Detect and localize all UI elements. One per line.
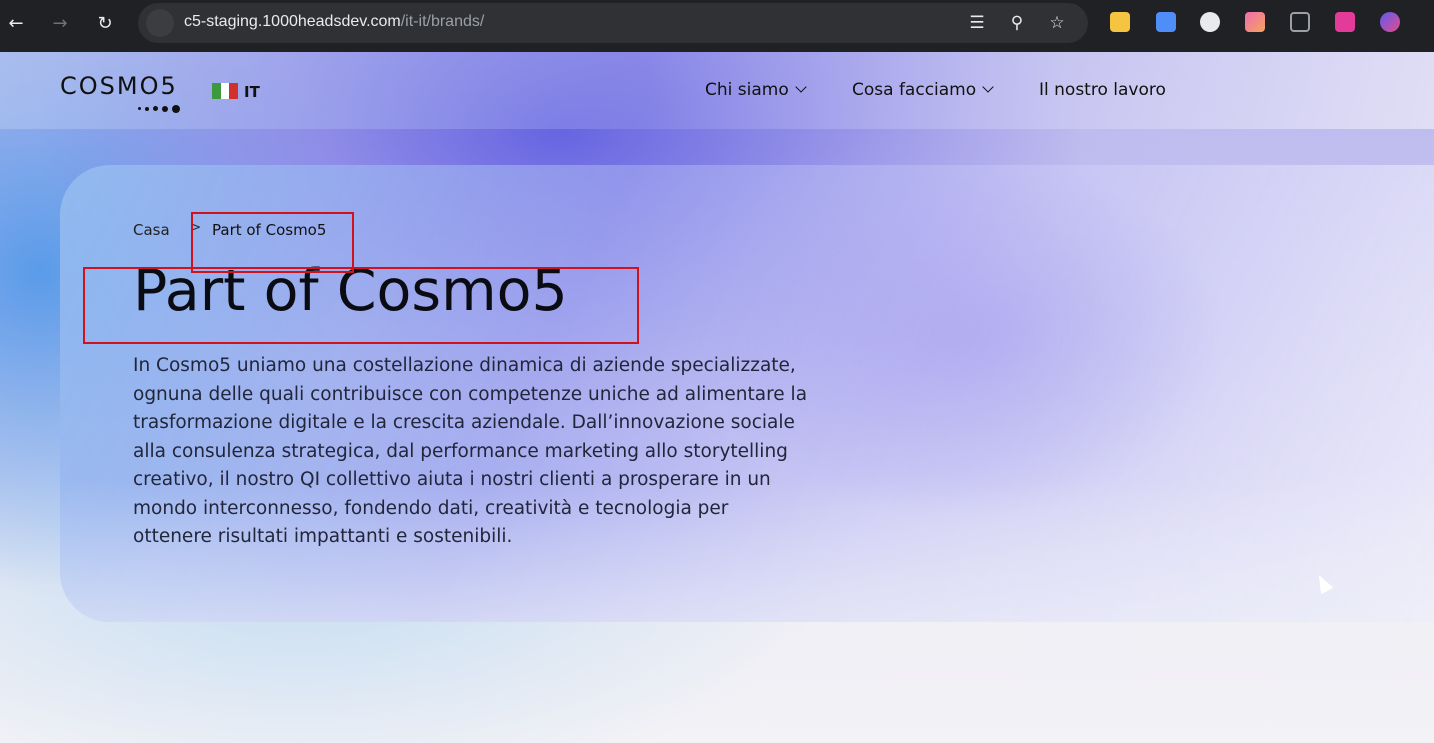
nav-item-cosa-facciamo[interactable]: Cosa facciamo: [852, 80, 994, 100]
bookmark-star-icon[interactable]: ☆: [1046, 12, 1068, 34]
logo-dots-icon: [138, 98, 184, 113]
browser-toolbar: ← → ↻ c5-staging.1000headsdev.com/it-it/…: [0, 0, 1434, 52]
back-arrow-icon[interactable]: ←: [4, 12, 28, 36]
chevron-down-icon: [982, 81, 994, 93]
address-bar[interactable]: c5-staging.1000headsdev.com/it-it/brands…: [138, 3, 1088, 43]
nav-label: Il nostro lavoro: [1039, 80, 1166, 100]
nav-label: Cosa facciamo: [852, 80, 977, 100]
chevron-down-icon: [795, 81, 807, 93]
language-code: IT: [244, 83, 260, 101]
italy-flag-icon: [212, 83, 239, 99]
breadcrumb-home-link[interactable]: Casa: [133, 221, 170, 239]
logo-wordmark: COSMO5: [60, 72, 178, 100]
nav-item-il-nostro-lavoro[interactable]: Il nostro lavoro: [1039, 80, 1166, 100]
site-info-icon[interactable]: [146, 9, 174, 37]
url-text[interactable]: c5-staging.1000headsdev.com/it-it/brands…: [184, 13, 484, 31]
page-content: COSMO5 IT Chi siamo Cosa facciamo Il nos…: [0, 52, 1434, 743]
site-header: COSMO5 IT Chi siamo Cosa facciamo Il nos…: [0, 52, 1434, 129]
extension-app-icon[interactable]: [1380, 12, 1400, 32]
site-logo[interactable]: COSMO5: [60, 72, 192, 113]
extension-docs-icon[interactable]: [1156, 12, 1176, 32]
reload-icon[interactable]: ↻: [93, 12, 117, 36]
forward-arrow-icon[interactable]: →: [48, 12, 72, 36]
hero-description: In Cosmo5 uniamo una costellazione dinam…: [133, 355, 808, 547]
translate-icon[interactable]: ☰: [966, 12, 988, 34]
extension-video-icon[interactable]: [1335, 12, 1355, 32]
breadcrumb: Casa > Part of Cosmo5: [133, 220, 326, 239]
extension-notes-icon[interactable]: [1110, 12, 1130, 32]
nav-label: Chi siamo: [705, 80, 789, 100]
annotation-box-title: [83, 267, 639, 344]
extension-color-icon[interactable]: [1245, 12, 1265, 32]
nav-item-chi-siamo[interactable]: Chi siamo: [705, 80, 807, 100]
extension-eyedropper-icon[interactable]: [1290, 12, 1310, 32]
annotation-box-breadcrumb: [191, 212, 354, 273]
zoom-icon[interactable]: ⚲: [1006, 12, 1028, 34]
extension-record-icon[interactable]: [1200, 12, 1220, 32]
